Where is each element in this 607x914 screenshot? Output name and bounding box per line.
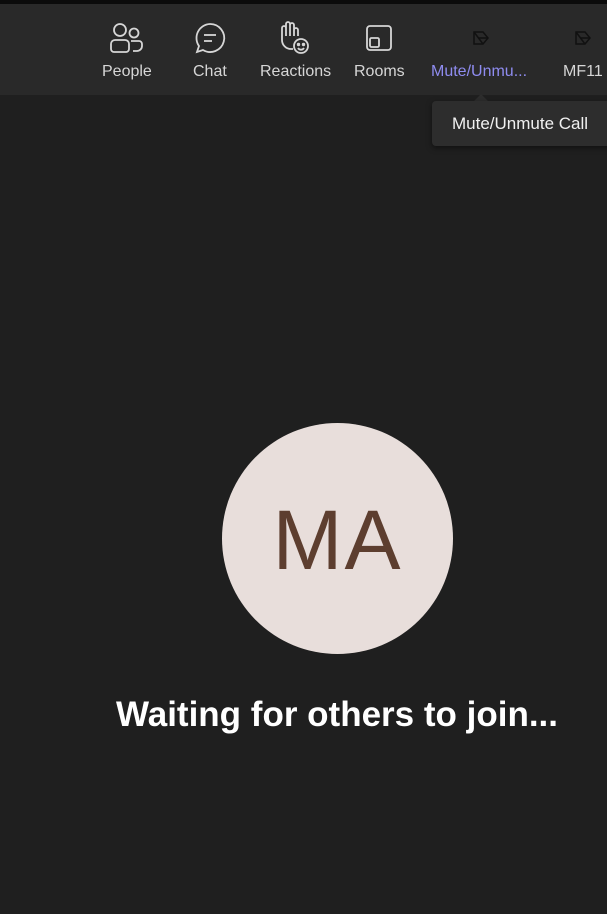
tooltip-text: Mute/Unmute Call bbox=[452, 114, 589, 133]
rooms-button[interactable]: Rooms bbox=[350, 4, 408, 95]
tooltip-arrow bbox=[474, 94, 488, 101]
people-icon bbox=[108, 20, 144, 56]
mute-unmute-app-button[interactable]: Mute/Unmu... bbox=[428, 4, 534, 95]
tooltip: Mute/Unmute Call bbox=[432, 101, 607, 146]
rooms-label: Rooms bbox=[354, 63, 405, 80]
app-icon bbox=[463, 20, 499, 56]
reactions-label: Reactions bbox=[260, 63, 332, 80]
reactions-icon bbox=[275, 20, 311, 56]
meeting-window: People Chat Reactions Rooms Mute/Unmu...… bbox=[0, 0, 607, 914]
avatar-initials: MA bbox=[272, 493, 403, 587]
mute-unmute-label: Mute/Unmu... bbox=[431, 63, 528, 80]
avatar: MA bbox=[222, 423, 453, 654]
chat-icon bbox=[192, 20, 228, 56]
people-label: People bbox=[102, 63, 152, 80]
rooms-icon bbox=[361, 20, 397, 56]
chat-button[interactable]: Chat bbox=[186, 4, 234, 95]
app-icon bbox=[565, 20, 601, 56]
waiting-message: Waiting for others to join... bbox=[116, 695, 558, 734]
mf11-label: MF11 bbox=[563, 63, 603, 80]
chat-label: Chat bbox=[193, 63, 227, 80]
mf11-app-button[interactable]: MF11 bbox=[560, 4, 607, 95]
reactions-button[interactable]: Reactions bbox=[256, 4, 334, 95]
people-button[interactable]: People bbox=[96, 4, 156, 95]
meeting-toolbar: People Chat Reactions Rooms Mute/Unmu...… bbox=[0, 4, 607, 95]
